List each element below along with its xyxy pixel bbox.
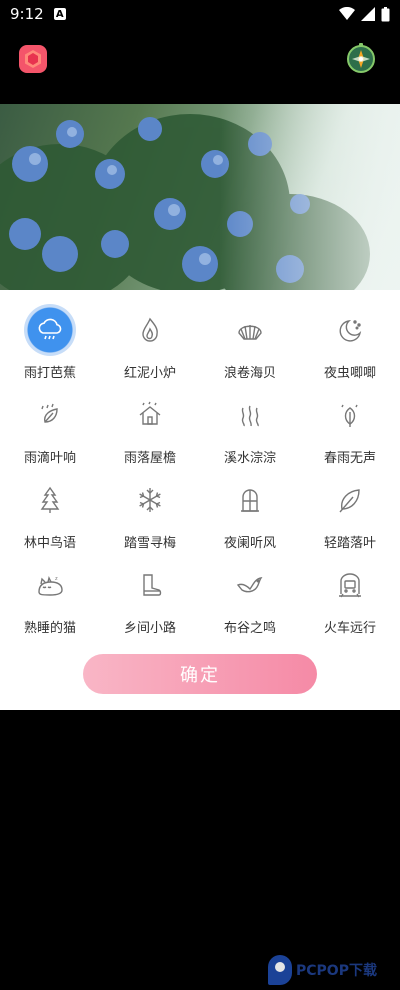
sound-item[interactable]: 红泥小炉 xyxy=(100,300,200,385)
app-logo-icon[interactable] xyxy=(18,44,48,74)
sound-item[interactable]: 布谷之鸣 xyxy=(200,555,300,640)
sound-item[interactable]: z 熟睡的猫 xyxy=(0,555,100,640)
pcpop-logo-icon xyxy=(268,955,292,985)
sound-item[interactable]: 夜虫唧唧 xyxy=(300,300,400,385)
cloud-rain-icon xyxy=(38,318,62,340)
flame-icon xyxy=(142,317,158,342)
sound-label: 夜虫唧唧 xyxy=(323,366,376,381)
sound-label: 夜阑听风 xyxy=(223,536,276,551)
sound-selection-sheet: 雨打芭蕉 红泥小炉 浪卷海贝 夜虫唧唧 雨滴叶响 雨落屋檐 溪水淙淙 春雨无声 … xyxy=(0,290,400,985)
sound-item[interactable]: 轻踏落叶 xyxy=(300,470,400,555)
pine-tree-icon xyxy=(40,486,60,513)
compass-icon[interactable] xyxy=(345,42,377,74)
svg-text:z: z xyxy=(55,576,58,582)
sound-label: 布谷之鸣 xyxy=(223,621,276,636)
window-icon xyxy=(241,489,259,512)
sound-label: 林中鸟语 xyxy=(23,536,76,551)
sound-label: 熟睡的猫 xyxy=(23,621,76,636)
moon-icon xyxy=(339,320,362,342)
wifi-icon xyxy=(339,7,355,20)
pcpop-watermark: PCPOP下载 xyxy=(268,950,396,990)
sound-item[interactable]: 浪卷海贝 xyxy=(200,300,300,385)
sound-label: 雨滴叶响 xyxy=(23,451,76,466)
house-rain-icon xyxy=(139,401,161,425)
sound-label: 雨打芭蕉 xyxy=(23,366,76,381)
leaf-icon xyxy=(339,489,360,513)
bird-icon xyxy=(236,577,263,593)
status-time: 9:12 xyxy=(10,5,44,23)
watermark-text: PCPOP下载 xyxy=(296,963,377,979)
shell-icon xyxy=(238,325,262,340)
sound-label: 轻踏落叶 xyxy=(323,536,376,551)
sound-item[interactable]: 踏雪寻梅 xyxy=(100,470,200,555)
train-icon xyxy=(339,573,361,598)
sound-item[interactable]: 溪水淙淙 xyxy=(200,385,300,470)
sound-item[interactable]: 雨落屋檐 xyxy=(100,385,200,470)
sound-label: 春雨无声 xyxy=(323,451,376,466)
snowflake-icon xyxy=(139,488,161,512)
stream-icon xyxy=(241,405,259,427)
sound-item[interactable]: 春雨无声 xyxy=(300,385,400,470)
sound-label: 乡间小路 xyxy=(123,621,176,636)
notification-a-icon: A xyxy=(53,8,66,20)
sound-item[interactable]: 乡间小路 xyxy=(100,555,200,640)
sound-label: 溪水淙淙 xyxy=(223,451,276,466)
rain-leaf-icon xyxy=(41,403,58,423)
hydrangea-illustration xyxy=(0,104,400,290)
status-bar: 9:12 A xyxy=(0,0,400,28)
signal-icon xyxy=(361,7,375,21)
spring-rain-icon xyxy=(341,404,358,427)
sound-item[interactable]: 火车远行 xyxy=(300,555,400,640)
sound-item[interactable]: 林中鸟语 xyxy=(0,470,100,555)
sound-label: 雨落屋檐 xyxy=(123,451,176,466)
sound-label: 踏雪寻梅 xyxy=(123,536,176,551)
sound-grid: 雨打芭蕉 红泥小炉 浪卷海贝 夜虫唧唧 雨滴叶响 雨落屋檐 溪水淙淙 春雨无声 … xyxy=(0,300,400,640)
sound-icon-selected xyxy=(24,304,76,356)
top-bar xyxy=(0,28,400,104)
sound-label: 红泥小炉 xyxy=(123,366,176,381)
battery-icon xyxy=(381,6,390,21)
hydrangea-hero-image xyxy=(0,104,400,290)
sound-item[interactable]: 雨滴叶响 xyxy=(0,385,100,470)
sound-label: 火车远行 xyxy=(323,621,376,636)
sound-item[interactable]: 夜阑听风 xyxy=(200,470,300,555)
confirm-button[interactable]: 确定 xyxy=(83,654,317,694)
sound-label: 浪卷海贝 xyxy=(223,366,276,381)
sound-item[interactable]: 雨打芭蕉 xyxy=(0,300,100,385)
cat-icon: z xyxy=(38,575,63,596)
boot-icon xyxy=(143,574,162,596)
